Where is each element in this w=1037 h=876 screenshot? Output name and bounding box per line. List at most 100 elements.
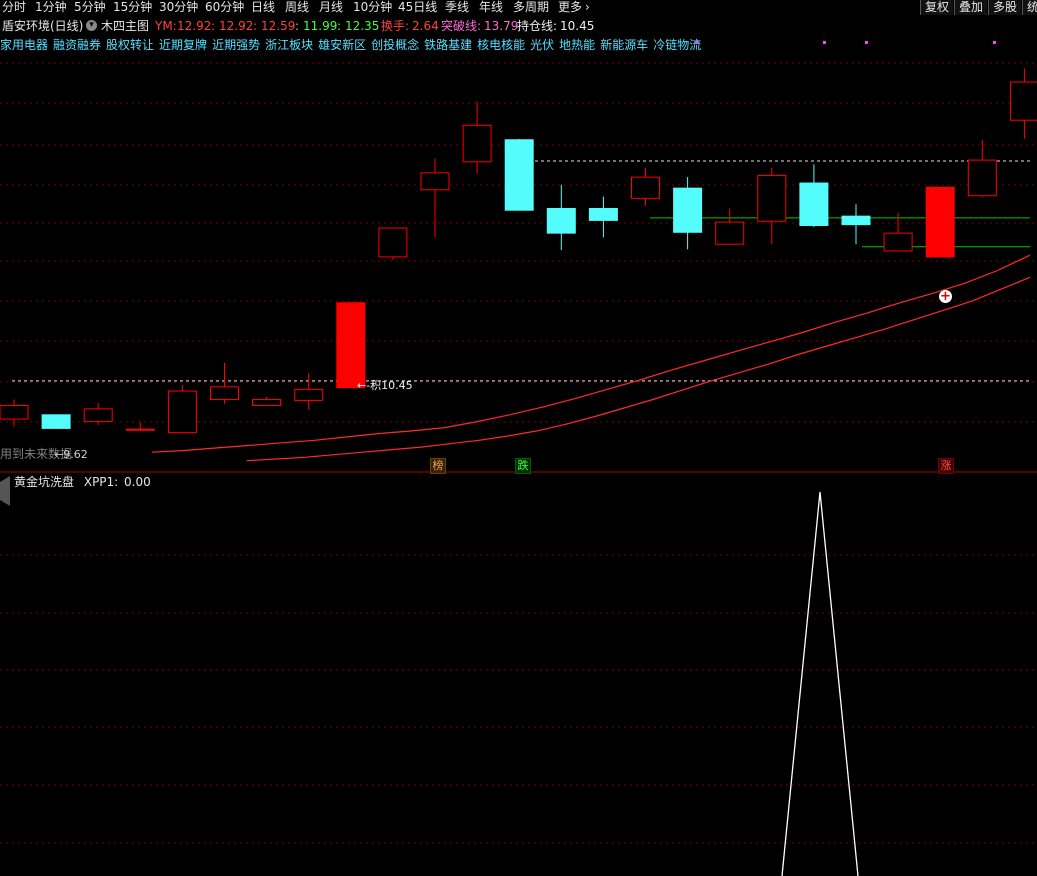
candle-body [841, 215, 871, 226]
ym-sep-2: : [253, 19, 258, 33]
candle [125, 422, 155, 431]
candle-body [210, 386, 239, 401]
signal-bang-text: 榜 [432, 459, 444, 472]
candle [925, 186, 955, 258]
ym-sep-1: : [211, 19, 216, 33]
multi-stock-button[interactable]: 多股 [988, 0, 1022, 15]
period-tab-month[interactable]: 月线 [319, 0, 343, 15]
more-label: 更多 [558, 0, 583, 14]
period-tab-1min[interactable]: 1分钟 [35, 0, 67, 15]
ym-value-3: 12.59 [261, 19, 296, 33]
period-tab-week[interactable]: 周线 [285, 0, 309, 15]
candle [294, 373, 324, 410]
candle-body [420, 172, 450, 191]
ym-value-4: 11.99 [303, 19, 338, 33]
candle [967, 139, 997, 198]
sector-tag[interactable]: 地热能 [559, 38, 595, 52]
candle [252, 396, 282, 407]
candle-body [83, 408, 113, 423]
candle [631, 167, 660, 206]
restore-rights-button[interactable]: 复权 [920, 0, 954, 15]
indicator-value: 0.00 [124, 475, 151, 489]
candle-body [588, 208, 618, 221]
sector-tag[interactable]: 铁路基建 [424, 38, 472, 52]
candle-body [757, 174, 787, 222]
ym-value-5: 12.35 [345, 19, 380, 33]
indicator-collapse-icon[interactable] [0, 476, 10, 506]
sector-tags: 家用电器 融资融券 股权转让 近期复牌 近期强势 浙江板块 雄安新区 创投概念 铁路基建 核电核能… [0, 36, 706, 54]
marker-dot [823, 41, 826, 44]
period-tab-multi[interactable]: 多周期 [513, 0, 549, 15]
candle [757, 167, 787, 245]
candle-body [504, 139, 534, 211]
marker-dot [993, 41, 996, 44]
candle [167, 385, 197, 434]
ym-value-1: 12.92 [177, 19, 212, 33]
period-toolbar: 分时 1分钟 5分钟 15分钟 30分钟 60分钟 日线 周线 月线 10分钟 … [0, 0, 1037, 17]
breakout-label: 突破线: [441, 19, 482, 33]
sector-tag[interactable]: 融资融券 [53, 38, 101, 52]
signal-badge-die: 跌 [515, 458, 531, 474]
sector-tag[interactable]: 雄安新区 [318, 38, 366, 52]
candle [1009, 68, 1037, 139]
period-tab-more[interactable]: 更多 › [558, 0, 590, 15]
ym-label: YM: [155, 19, 177, 33]
marker-dot [865, 41, 868, 44]
period-tab-15min[interactable]: 15分钟 [113, 0, 152, 15]
sector-tag[interactable]: 光伏 [530, 38, 554, 52]
sector-tag[interactable]: 新能源车 [600, 38, 648, 52]
signal-badge-zhang: 涨 [938, 458, 954, 474]
period-tab-day[interactable]: 日线 [251, 0, 275, 15]
period-tab-45day[interactable]: 45日线 [398, 0, 437, 15]
candle-body [715, 221, 745, 245]
sector-tag[interactable]: 股权转让 [106, 38, 154, 52]
overlay-button[interactable]: 叠加 [954, 0, 988, 15]
stock-title: 盾安环境(日线) [2, 19, 84, 33]
period-tab-year[interactable]: 年线 [479, 0, 503, 15]
settings-gear-icon[interactable]: ▾ [86, 20, 97, 31]
moving-average-line [151, 254, 1031, 453]
chevron-right-icon: › [585, 0, 590, 14]
sector-tag[interactable]: 家用电器 [0, 38, 48, 52]
candle-body [799, 182, 829, 226]
breakout-value: 13.79 [484, 19, 519, 33]
sector-tag[interactable]: 近期强势 [212, 38, 260, 52]
sector-tag[interactable]: 创投概念 [371, 38, 419, 52]
indicator-name[interactable]: 木四主图 [101, 17, 149, 35]
signal-zhang-text: 涨 [940, 459, 952, 472]
candle [841, 204, 871, 245]
period-tab-fenshi[interactable]: 分时 [2, 0, 26, 15]
sector-tag[interactable]: 浙江板块 [265, 38, 313, 52]
candle-body [167, 390, 197, 434]
candle [378, 227, 408, 261]
period-tab-10min[interactable]: 10分钟 [353, 0, 392, 15]
stats-button[interactable]: 统 [1022, 0, 1037, 15]
candle-body [925, 186, 955, 258]
candle [336, 302, 366, 389]
candle [83, 402, 113, 426]
hold-value: 10.45 [560, 19, 595, 33]
candlestick-chart[interactable]: ←-积10.45 用到未来数据 ←9.62 [0, 0, 1037, 876]
period-tab-season[interactable]: 季线 [445, 0, 469, 15]
candle-body [462, 124, 492, 163]
plus-circle-icon[interactable]: + [939, 290, 952, 303]
sector-tag[interactable]: 近期复牌 [159, 38, 207, 52]
period-tab-30min[interactable]: 30分钟 [159, 0, 198, 15]
sector-tag[interactable]: 核电核能 [477, 38, 525, 52]
period-tab-5min[interactable]: 5分钟 [74, 0, 106, 15]
candle-body [967, 159, 997, 197]
ym-value-2: 12.92 [219, 19, 254, 33]
sector-tag[interactable]: 冷链物流 [653, 38, 701, 52]
indicator-panel-name[interactable]: 黄金坑洗盘 [14, 475, 74, 489]
candle-body [252, 399, 282, 406]
candle-body [546, 208, 576, 234]
turnover-label: 换手: [381, 19, 410, 33]
candle-body [125, 428, 155, 431]
candle [546, 184, 576, 251]
future-data-note: 用到未来数据 [0, 446, 72, 461]
candle-body [41, 414, 71, 429]
moving-average-line [246, 276, 1031, 462]
indicator-panel-title: 黄金坑洗盘 XPP1: 0.00 [14, 474, 151, 490]
period-tab-60min[interactable]: 60分钟 [205, 0, 244, 15]
indicator-value-label: XPP1: [83, 475, 119, 489]
